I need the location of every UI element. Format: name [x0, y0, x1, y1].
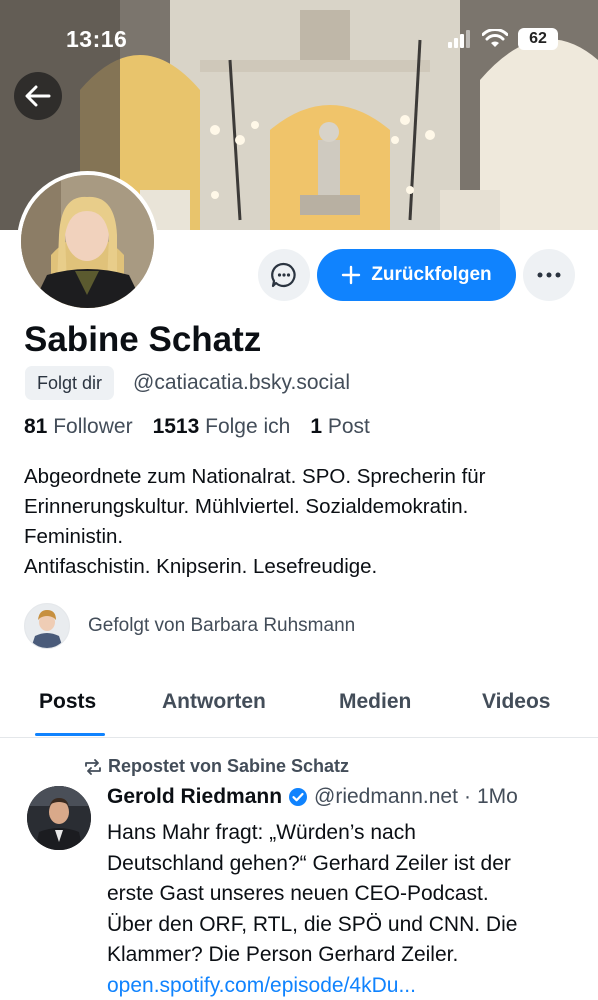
profile-display-name: Sabine Schatz: [24, 320, 262, 359]
signal-icon: [448, 30, 470, 48]
more-options-button[interactable]: [523, 249, 575, 301]
post-meta-separator: ·: [463, 785, 471, 808]
bio-line: Abgeordnete zum Nationalrat. SPO. Sprech…: [24, 465, 486, 488]
chat-bubble-icon: [271, 262, 296, 288]
bio-line: Antifaschistin. Knipserin. Lesefreudige.: [24, 555, 378, 578]
post-author-avatar-image: [27, 786, 91, 850]
active-tab-indicator: [35, 733, 105, 736]
post-header: Gerold Riedmann @riedmann.net · 1Mo: [107, 785, 518, 809]
post-text-line: erste Gast unseres neuen CEO-Podcast.: [107, 882, 489, 905]
follow-back-label: Zurückfolgen: [371, 264, 492, 285]
message-button[interactable]: [258, 249, 310, 301]
status-bar: 13:16 62: [0, 0, 598, 80]
following-stat[interactable]: 1513 Folge ich: [153, 415, 291, 439]
followed-by-text: Gefolgt von Barbara Ruhsmann: [88, 615, 356, 636]
follower-avatar: [24, 603, 70, 649]
post-author-handle[interactable]: @riedmann.net: [314, 785, 458, 809]
tab-replies[interactable]: Antworten: [162, 690, 266, 714]
ellipsis-icon: [537, 272, 561, 278]
followers-count: 81: [24, 415, 48, 438]
profile-avatar[interactable]: [17, 171, 158, 312]
tab-media[interactable]: Medien: [339, 690, 411, 714]
back-button[interactable]: [14, 72, 62, 120]
following-label: Folge ich: [205, 415, 291, 438]
verified-badge-icon: [289, 788, 308, 806]
post-text-line: Hans Mahr fragt: „Würden’s nach: [107, 821, 416, 844]
avatar-image: [21, 175, 154, 308]
post-link[interactable]: open.spotify.com/episode/4kDu...: [107, 971, 587, 1000]
status-time: 13:16: [66, 26, 128, 52]
follower-avatar-image: [25, 604, 69, 648]
repost-icon: [85, 758, 101, 775]
posts-count: 1: [310, 415, 323, 438]
plus-icon: [342, 265, 361, 285]
profile-stats: 81 Follower 1513 Folge ich 1 Post: [24, 415, 370, 439]
tab-videos[interactable]: Videos: [482, 690, 550, 714]
repost-indicator[interactable]: Repostet von Sabine Schatz: [84, 756, 349, 777]
follows-you-badge: Folgt dir: [25, 366, 115, 400]
bio-line: Feministin.: [24, 525, 124, 548]
post-text-line: Deutschland gehen?“ Gerhard Zeiler ist d…: [107, 851, 511, 875]
status-icons: 62: [448, 28, 558, 50]
posts-stat: 1 Post: [310, 415, 370, 439]
post-text-line: Klammer? Die Person Gerhard Zeiler.: [107, 943, 459, 966]
profile-handle: @catiacatia.bsky.social: [133, 371, 351, 394]
battery-indicator: 62: [518, 28, 558, 50]
posts-label: Post: [327, 415, 370, 438]
followed-by-row[interactable]: Gefolgt von Barbara Ruhsmann: [24, 603, 355, 649]
repost-label: Repostet von Sabine Schatz: [108, 756, 350, 776]
followers-label: Follower: [53, 415, 133, 438]
tab-posts[interactable]: Posts: [39, 690, 96, 714]
wifi-icon: [482, 29, 508, 47]
arrow-left-icon: [25, 85, 51, 107]
post-author-avatar[interactable]: [27, 786, 91, 850]
follow-back-button[interactable]: Zurückfolgen: [317, 249, 516, 301]
post-body[interactable]: Hans Mahr fragt: „Würden’s nach Deutschl…: [107, 818, 587, 1000]
post-author-name[interactable]: Gerold Riedmann: [107, 785, 282, 809]
following-count: 1513: [152, 415, 200, 438]
post-timestamp: 1Mo: [476, 785, 518, 808]
post-text-line: Über den ORF, RTL, die SPÖ und CNN. Die: [107, 912, 518, 936]
profile-bio: Abgeordnete zum Nationalrat. SPO. Sprech…: [24, 462, 584, 582]
profile-tabs: Posts Antworten Medien Videos: [0, 682, 598, 738]
bio-line: Erinnerungskultur. Mühlviertel. Sozialde…: [24, 495, 469, 518]
followers-stat[interactable]: 81 Follower: [24, 415, 133, 439]
